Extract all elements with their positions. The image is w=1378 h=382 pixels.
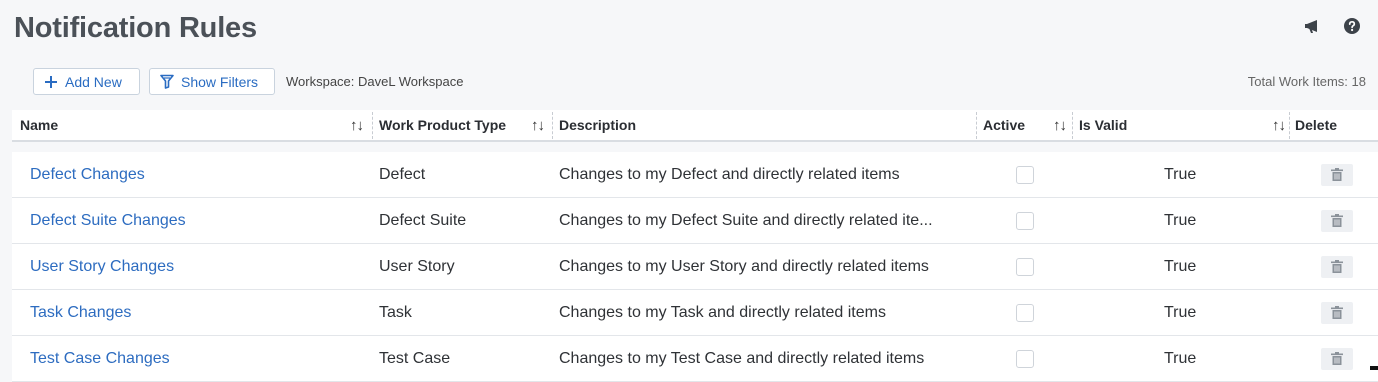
column-label-delete: Delete xyxy=(1295,117,1338,133)
work-product-type: User Story xyxy=(379,257,455,275)
work-product-type: Test Case xyxy=(379,349,451,367)
show-filters-label: Show Filters xyxy=(181,73,259,90)
rule-name-link[interactable]: User Story Changes xyxy=(30,244,174,289)
table-row: Task Changes Task Changes to my Task and… xyxy=(12,290,1378,336)
megaphone-icon[interactable] xyxy=(1304,18,1322,34)
rule-description: Changes to my Defect and directly relate… xyxy=(559,165,900,183)
help-icon[interactable] xyxy=(1344,18,1360,34)
plus-icon xyxy=(44,75,58,89)
rule-description: Changes to my Test Case and directly rel… xyxy=(559,349,925,367)
delete-cell xyxy=(1321,244,1353,289)
column-header-active[interactable]: Active ↑↓ xyxy=(983,110,1068,140)
table-row: Defect Changes Defect Changes to my Defe… xyxy=(12,152,1378,198)
resize-handle xyxy=(1370,366,1378,370)
column-label-description: Description xyxy=(559,117,637,133)
column-label-active: Active xyxy=(983,117,1026,133)
trash-icon[interactable] xyxy=(1321,209,1353,232)
trash-icon[interactable] xyxy=(1321,163,1353,186)
active-cell xyxy=(1016,290,1034,335)
active-cell xyxy=(1016,244,1034,289)
column-label-type: Work Product Type xyxy=(379,117,507,133)
table-body: Defect Changes Defect Changes to my Defe… xyxy=(12,152,1378,382)
sort-icon[interactable]: ↑↓ xyxy=(350,117,364,134)
header-actions xyxy=(1304,18,1360,34)
is-valid-value: True xyxy=(1164,303,1197,321)
rule-name-link[interactable]: Task Changes xyxy=(30,290,131,335)
show-filters-button[interactable]: Show Filters xyxy=(149,68,275,95)
work-product-type: Task xyxy=(379,303,412,321)
column-label-valid: Is Valid xyxy=(1079,117,1128,133)
active-checkbox[interactable] xyxy=(1016,211,1034,230)
column-label-name: Name xyxy=(20,117,59,133)
rule-name-link[interactable]: Defect Suite Changes xyxy=(30,198,186,243)
active-checkbox[interactable] xyxy=(1016,303,1034,322)
filter-icon xyxy=(160,74,174,89)
work-product-type: Defect xyxy=(379,165,426,183)
is-valid-value: True xyxy=(1164,165,1197,183)
column-header-delete: Delete xyxy=(1295,110,1365,140)
delete-cell xyxy=(1321,152,1353,197)
active-checkbox[interactable] xyxy=(1016,257,1034,276)
table-row: Test Case Changes Test Case Changes to m… xyxy=(12,336,1378,382)
delete-cell xyxy=(1321,336,1353,381)
table-row: User Story Changes User Story Changes to… xyxy=(12,244,1378,290)
active-checkbox[interactable] xyxy=(1016,165,1034,184)
active-cell xyxy=(1016,152,1034,197)
is-valid-value: True xyxy=(1164,349,1197,367)
work-product-type: Defect Suite xyxy=(379,211,467,229)
rule-name-link[interactable]: Test Case Changes xyxy=(30,336,170,381)
column-header-description[interactable]: Description xyxy=(559,110,979,140)
page-title: Notification Rules xyxy=(14,12,257,44)
active-cell xyxy=(1016,336,1034,381)
sort-icon[interactable]: ↑↓ xyxy=(1272,117,1286,134)
table-header: Name ↑↓ Work Product Type ↑↓ Description… xyxy=(12,110,1378,142)
trash-icon[interactable] xyxy=(1321,301,1353,324)
column-header-valid[interactable]: Is Valid ↑↓ xyxy=(1079,110,1286,140)
is-valid-value: True xyxy=(1164,257,1197,275)
active-checkbox[interactable] xyxy=(1016,349,1034,368)
workspace-label: Workspace: DaveL Workspace xyxy=(286,74,464,89)
rule-description: Changes to my Task and directly related … xyxy=(559,303,886,321)
rule-name-link[interactable]: Defect Changes xyxy=(30,152,145,197)
sort-icon[interactable]: ↑↓ xyxy=(1053,117,1067,134)
sort-icon[interactable]: ↑↓ xyxy=(531,117,545,134)
is-valid-value: True xyxy=(1164,211,1197,229)
rule-description: Changes to my Defect Suite and directly … xyxy=(559,211,933,229)
add-new-label: Add New xyxy=(65,73,122,90)
table-row: Defect Suite Changes Defect Suite Change… xyxy=(12,198,1378,244)
rule-description: Changes to my User Story and directly re… xyxy=(559,257,929,275)
trash-icon[interactable] xyxy=(1321,347,1353,370)
active-cell xyxy=(1016,198,1034,243)
total-work-items: Total Work Items: 18 xyxy=(1247,74,1366,89)
column-header-type[interactable]: Work Product Type ↑↓ xyxy=(379,110,545,140)
delete-cell xyxy=(1321,290,1353,335)
column-header-name[interactable]: Name ↑↓ xyxy=(20,110,365,140)
trash-icon[interactable] xyxy=(1321,255,1353,278)
toolbar: Add New Show Filters Workspace: DaveL Wo… xyxy=(33,68,1366,96)
add-new-button[interactable]: Add New xyxy=(33,68,140,95)
rules-table: Name ↑↓ Work Product Type ↑↓ Description… xyxy=(12,110,1378,382)
delete-cell xyxy=(1321,198,1353,243)
